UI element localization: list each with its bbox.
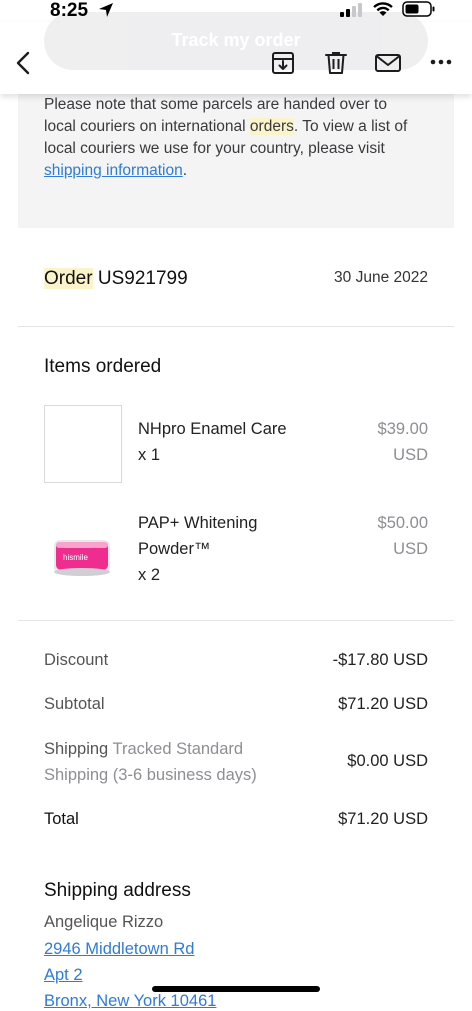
shipping-label: Shipping Tracked Standard Shipping (3-6 … [44, 736, 257, 788]
address-line-2-link[interactable]: Apt 2 [44, 966, 83, 985]
item-thumbnail-enamel-care [44, 405, 122, 483]
status-bar: 8:25 [0, 0, 472, 22]
shipping-address-title: Shipping address [44, 880, 191, 901]
item-thumbnail-whitening-powder: hismile [50, 530, 122, 582]
jar-brand-text: hismile [63, 553, 88, 562]
item-price-value: $50.00 [377, 514, 428, 532]
battery-icon [402, 1, 435, 17]
notice-line-4: shipping information. [44, 160, 434, 182]
subtotal-label: Subtotal [44, 695, 105, 713]
items-ordered-section: Items ordered NHpro Enamel Care x 1 $39.… [18, 326, 454, 621]
email-toolbar: Track my order [0, 12, 472, 94]
items-ordered-title: Items ordered [44, 356, 162, 377]
item-name-line-2: Powder™ [138, 540, 211, 558]
shipping-word: Shipping [44, 740, 109, 758]
total-value: $71.20 USD [338, 810, 428, 828]
notice-highlight: orders [249, 118, 294, 135]
notice-line-2b: . To view a list of [293, 118, 408, 135]
notice-line-1: Please note that some parcels are handed… [44, 96, 387, 113]
order-number: US921799 [97, 268, 188, 289]
more-icon[interactable] [428, 52, 454, 72]
shipping-line-1: Shipping Tracked Standard [44, 736, 257, 762]
notice-line-3: local couriers we use for your country, … [44, 140, 385, 157]
item-name-text: NHpro Enamel Care [138, 420, 287, 438]
home-indicator [152, 986, 320, 992]
wifi-icon [373, 2, 393, 16]
signal-icon [340, 3, 362, 17]
total-label: Total [44, 810, 79, 828]
item-price-currency: USD [393, 446, 428, 464]
item-price-whitening-powder: $50.00 USD [338, 510, 428, 562]
shipping-address-name: Angelique Rizzo [44, 913, 164, 931]
location-arrow-icon [99, 3, 113, 17]
order-summary-row: Order US921799 30 June 2022 [18, 228, 454, 327]
back-chevron-icon[interactable] [12, 50, 36, 76]
track-order-label: Track my order [171, 30, 301, 50]
discount-value: -$17.80 USD [332, 651, 428, 669]
shipping-method-2: Shipping (3-6 business days) [44, 766, 257, 784]
trash-icon[interactable] [323, 50, 349, 76]
item-name-line-1: PAP+ Whitening [138, 514, 258, 532]
notice-line-2a: local couriers on international [44, 118, 250, 135]
notice-line-2: local couriers on international orders. … [44, 116, 434, 138]
item-name-enamel-care: NHpro Enamel Care x 1 [138, 416, 298, 468]
item-name-whitening-powder: PAP+ Whitening Powder™ x 2 [138, 510, 298, 588]
mail-icon[interactable] [374, 50, 402, 76]
order-heading: Order US921799 [44, 268, 188, 290]
subtotal-value: $71.20 USD [338, 695, 428, 713]
item-price-enamel-care: $39.00 USD [338, 416, 428, 468]
discount-label: Discount [44, 651, 109, 669]
address-line-1-link[interactable]: 2946 Middletown Rd [44, 940, 194, 959]
shipping-value: $0.00 USD [347, 752, 428, 770]
status-time: 8:25 [50, 0, 89, 21]
shipping-method-1: Tracked Standard [112, 740, 244, 758]
whitening-jar-image: hismile [54, 540, 110, 576]
item-quantity: x 1 [138, 446, 161, 464]
archive-icon[interactable] [270, 50, 296, 76]
address-line-3-link[interactable]: Bronx, New York 10461 [44, 992, 216, 1011]
shipping-information-link[interactable]: shipping information [44, 162, 183, 179]
notice-link-suffix: . [182, 162, 188, 179]
order-label: Order [44, 268, 93, 289]
notice-text: Please note that some parcels are handed… [44, 94, 434, 182]
item-price-value: $39.00 [377, 420, 428, 438]
item-price-currency: USD [393, 540, 428, 558]
order-totals: Discount -$17.80 USD Subtotal $71.20 USD… [18, 620, 454, 860]
item-quantity: x 2 [138, 566, 161, 584]
order-date: 30 June 2022 [334, 269, 428, 286]
